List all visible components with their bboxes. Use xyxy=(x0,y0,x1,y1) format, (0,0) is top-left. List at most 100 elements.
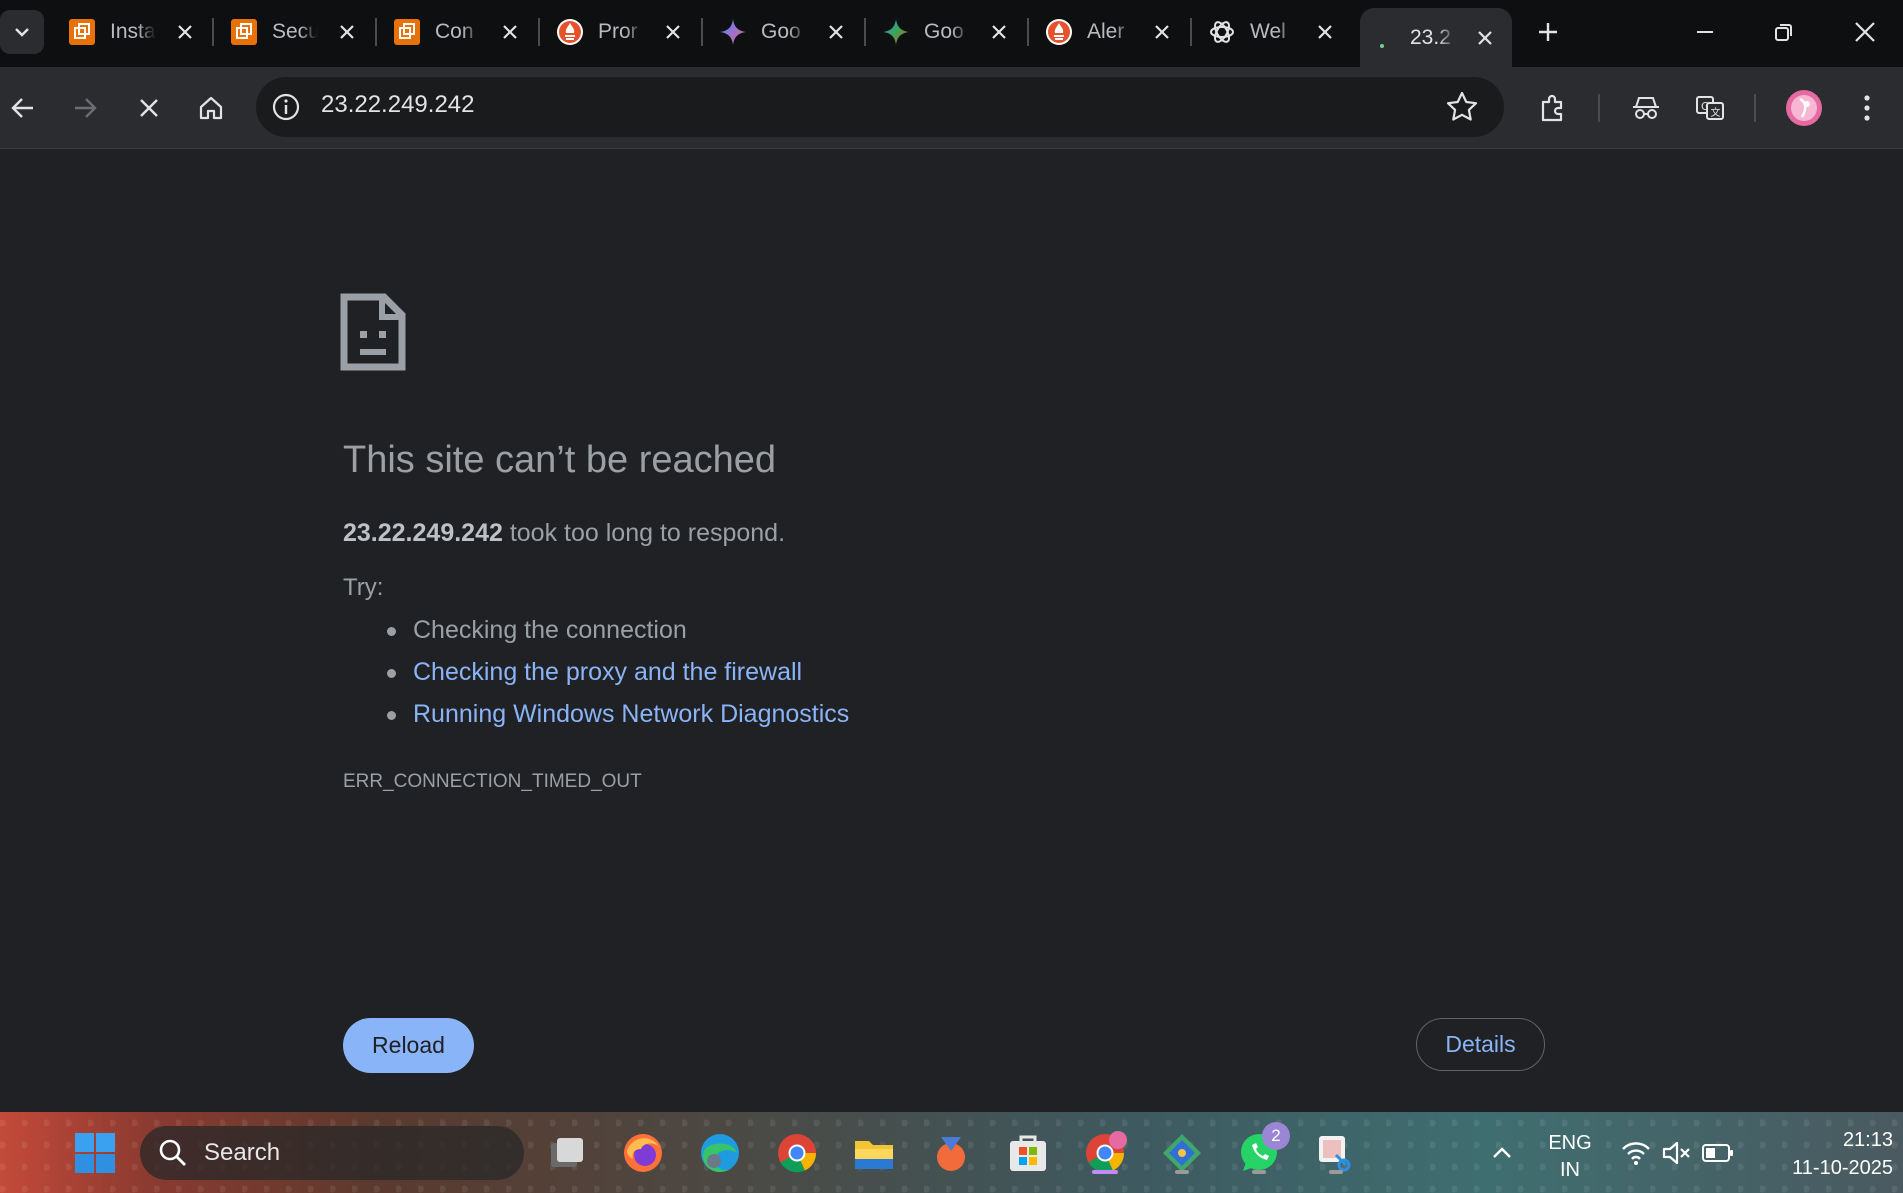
clock[interactable]: 21:13 11-10-2025 xyxy=(1758,1126,1893,1182)
tab-pror[interactable]: Pror xyxy=(548,8,686,56)
start-button[interactable] xyxy=(70,1128,120,1178)
volume-muted-icon xyxy=(1662,1141,1690,1165)
volume-button[interactable] xyxy=(1655,1128,1699,1178)
close-icon[interactable] xyxy=(172,19,198,45)
tab-goo-2[interactable]: Goo xyxy=(874,8,1012,56)
tab-title: Con xyxy=(435,20,474,43)
translate-icon: G文 xyxy=(1696,96,1724,120)
proxy-firewall-link[interactable]: Checking the proxy and the firewall xyxy=(413,658,802,686)
tab-search-button[interactable] xyxy=(0,10,44,54)
file-explorer-button[interactable] xyxy=(849,1128,899,1178)
error-heading: This site can’t be reached xyxy=(343,439,777,481)
snipping-tool-taskbar-button[interactable] xyxy=(1311,1128,1361,1178)
chevron-down-icon xyxy=(15,28,29,37)
diamond-app-icon xyxy=(1163,1134,1201,1172)
close-icon[interactable] xyxy=(823,19,849,45)
avatar xyxy=(1786,90,1822,126)
running-indicator xyxy=(1329,1170,1343,1174)
tab-strip: Insta Secu Con Pror Goo Goo Aler Wel 23.… xyxy=(0,0,1903,67)
minimize-icon xyxy=(1697,31,1713,33)
error-code: ERR_CONNECTION_TIMED_OUT xyxy=(343,771,642,792)
chrome-profile-taskbar-button[interactable] xyxy=(1080,1128,1130,1178)
close-icon[interactable] xyxy=(1312,19,1338,45)
incognito-extension-button[interactable] xyxy=(1623,85,1669,131)
close-icon xyxy=(1855,22,1875,42)
browser-toolbar: 23.22.249.242 G文 xyxy=(0,67,1903,149)
git-app-taskbar-button[interactable] xyxy=(1157,1128,1207,1178)
back-button[interactable] xyxy=(0,85,46,131)
microsoft-store-button[interactable] xyxy=(1003,1128,1053,1178)
clock-date: 11-10-2025 xyxy=(1792,1157,1893,1179)
edge-icon xyxy=(701,1134,739,1173)
close-icon[interactable] xyxy=(1149,19,1175,45)
close-icon[interactable] xyxy=(497,19,523,45)
profile-button[interactable] xyxy=(1781,85,1827,131)
chrome-icon xyxy=(778,1134,817,1173)
show-hidden-icons-button[interactable] xyxy=(1477,1128,1527,1178)
firefox-icon xyxy=(624,1134,662,1172)
svg-text:文: 文 xyxy=(1711,106,1721,119)
close-icon[interactable] xyxy=(660,19,686,45)
tab-con[interactable]: Con xyxy=(385,8,523,56)
forward-button[interactable] xyxy=(62,85,108,131)
network-button[interactable] xyxy=(1614,1128,1658,1178)
tab-secu[interactable]: Secu xyxy=(222,8,360,56)
loading-spinner-icon xyxy=(1368,24,1396,52)
chrome-icon xyxy=(1086,1131,1127,1173)
info-icon[interactable] xyxy=(270,91,302,123)
tab-aler[interactable]: Aler xyxy=(1037,8,1175,56)
network-diagnostics-link[interactable]: Running Windows Network Diagnostics xyxy=(413,700,849,728)
address-bar[interactable]: 23.22.249.242 xyxy=(256,77,1504,137)
restore-button[interactable] xyxy=(1754,10,1814,54)
error-message: took too long to respond. xyxy=(502,519,786,547)
tab-title: Insta xyxy=(110,20,156,43)
list-item: Checking the connection xyxy=(343,615,849,657)
tab-wel[interactable]: Wel xyxy=(1200,8,1338,56)
close-icon[interactable] xyxy=(986,19,1012,45)
puzzle-icon xyxy=(1541,94,1563,122)
tab-active-loading[interactable]: 23.2 xyxy=(1360,8,1512,67)
tab-insta[interactable]: Insta xyxy=(60,8,198,56)
minimize-button[interactable] xyxy=(1675,10,1735,54)
running-indicator xyxy=(1252,1170,1266,1174)
tab-title: 23.2 xyxy=(1410,25,1451,49)
home-button[interactable] xyxy=(188,85,234,131)
folder-icon xyxy=(855,1141,893,1169)
task-view-button[interactable] xyxy=(542,1128,592,1178)
windows-taskbar: Search 2 ENG IN 21:13 11-10-2025 xyxy=(0,1112,1903,1193)
active-indicator xyxy=(1092,1170,1118,1174)
details-button[interactable]: Details xyxy=(1416,1018,1545,1071)
language-region: IN xyxy=(1560,1159,1580,1181)
close-window-button[interactable] xyxy=(1835,10,1895,54)
reload-button[interactable]: Reload xyxy=(343,1018,474,1073)
new-tab-button[interactable] xyxy=(1530,14,1566,50)
bookmark-star-icon[interactable] xyxy=(1444,89,1480,125)
tab-goo-1[interactable]: Goo xyxy=(711,8,849,56)
battery-icon xyxy=(1702,1144,1733,1162)
stop-loading-button[interactable] xyxy=(126,85,172,131)
orange-app-icon xyxy=(393,18,421,46)
list-item: Checking the proxy and the firewall xyxy=(343,657,849,699)
close-icon[interactable] xyxy=(334,19,360,45)
sad-page-icon xyxy=(340,293,406,371)
whatsapp-taskbar-button[interactable]: 2 xyxy=(1234,1122,1290,1178)
orange-app-icon xyxy=(68,18,96,46)
red-flame-icon xyxy=(1045,18,1073,46)
url-text[interactable]: 23.22.249.242 xyxy=(321,91,474,119)
tab-title: Goo xyxy=(924,20,964,43)
browser-menu-button[interactable] xyxy=(1844,85,1890,131)
extensions-button[interactable] xyxy=(1530,85,1576,131)
restore-icon xyxy=(1775,24,1792,41)
edge-taskbar-button[interactable] xyxy=(695,1128,745,1178)
chrome-taskbar-button[interactable] xyxy=(772,1128,822,1178)
store-icon xyxy=(1010,1135,1046,1171)
close-icon[interactable] xyxy=(1472,25,1498,51)
forward-arrow-icon xyxy=(75,98,97,118)
translate-button[interactable]: G文 xyxy=(1687,85,1733,131)
language-indicator[interactable]: ENG IN xyxy=(1538,1130,1602,1184)
battery-button[interactable] xyxy=(1696,1128,1740,1178)
firefox-taskbar-button[interactable] xyxy=(618,1128,668,1178)
taskbar-search-box[interactable]: Search xyxy=(140,1126,524,1180)
tab-title: Pror xyxy=(598,20,638,43)
orange-app-taskbar-button[interactable] xyxy=(926,1128,976,1178)
